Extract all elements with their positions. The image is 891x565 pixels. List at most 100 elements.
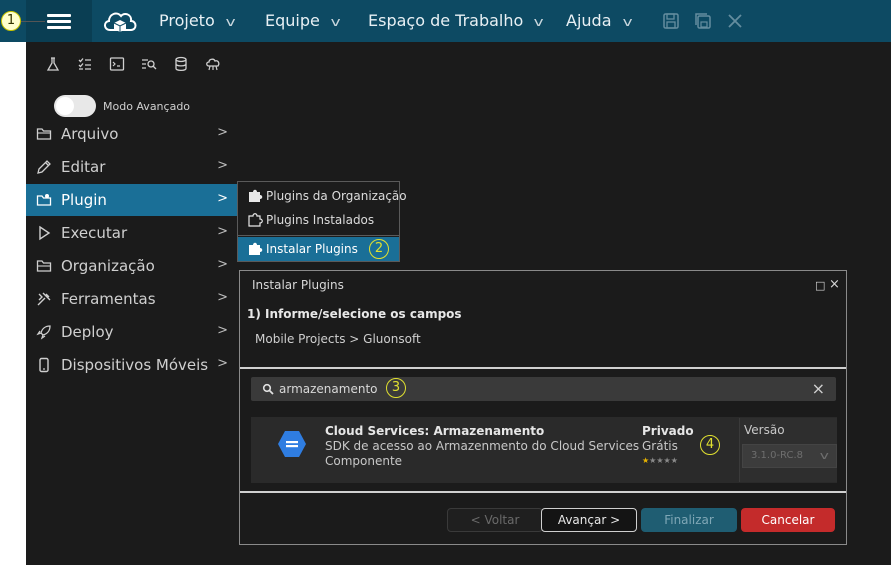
database-icon[interactable] — [173, 56, 189, 72]
close-icon[interactable] — [726, 12, 744, 30]
sidebar-item-dispositivos-moveis[interactable]: Dispositivos Móveis > — [26, 349, 240, 381]
chevron-down-icon: v — [533, 15, 544, 29]
chevron-right-icon: > — [217, 158, 228, 173]
back-button[interactable]: < Voltar — [447, 508, 543, 532]
submenu-item-plugins-instalados[interactable]: Plugins Instalados — [238, 208, 399, 232]
play-icon — [39, 225, 51, 241]
cloud-network-icon[interactable] — [205, 56, 221, 72]
plugin-rating: ★★★★★ — [642, 456, 678, 465]
menu-projeto[interactable]: Projeto v — [159, 11, 236, 30]
install-plugins-dialog: Instalar Plugins □ × 1) Informe/selecion… — [239, 270, 847, 545]
mobile-icon — [39, 357, 49, 373]
menu-espaco-label: Espaço de Trabalho — [368, 11, 524, 30]
version-column: Versão 3.1.0-RC.8 v — [739, 418, 837, 482]
menu-icon[interactable] — [47, 14, 71, 29]
cancel-button[interactable]: Cancelar — [741, 508, 835, 532]
sidebar-item-arquivo[interactable]: Arquivo > — [26, 118, 240, 150]
sidebar-item-label: Arquivo — [61, 125, 119, 143]
chevron-right-icon: > — [217, 257, 228, 272]
submenu-item-label: Plugins Instalados — [266, 213, 375, 227]
close-icon[interactable]: × — [829, 277, 840, 292]
plugin-icon — [36, 194, 52, 206]
search-icon — [262, 383, 274, 395]
sidebar: Modo Avançado Arquivo > Editar > Plugin … — [26, 42, 240, 565]
breadcrumb: Mobile Projects > Gluonsoft — [255, 332, 421, 346]
puzzle-icon — [249, 189, 263, 202]
terminal-icon[interactable] — [109, 56, 125, 72]
chevron-down-icon: v — [820, 449, 830, 462]
plugin-description: SDK de acesso ao Armazenmento do Cloud S… — [325, 439, 640, 453]
plugin-price: Grátis — [642, 439, 678, 453]
folder-open-icon — [36, 260, 52, 272]
checklist-icon[interactable] — [77, 56, 93, 72]
chevron-right-icon: > — [217, 290, 228, 305]
plugin-list-item[interactable]: Cloud Services: Armazenamento SDK de ace… — [251, 417, 837, 483]
star-icon: ★ — [663, 456, 671, 465]
version-select-value: 3.1.0-RC.8 — [751, 450, 804, 461]
chevron-right-icon: > — [217, 224, 228, 239]
menu-projeto-label: Projeto — [159, 11, 215, 30]
sidebar-item-editar[interactable]: Editar > — [26, 151, 240, 183]
callout-leader-line — [21, 21, 45, 22]
plugin-hexagon-icon — [278, 431, 306, 457]
maximize-icon[interactable]: □ — [815, 279, 825, 292]
sidebar-item-label: Organização — [61, 257, 155, 275]
cloud-logo-icon — [104, 12, 137, 32]
tools-icon — [37, 292, 51, 306]
sidebar-item-label: Plugin — [61, 191, 107, 209]
chevron-down-icon: v — [330, 15, 341, 29]
sidebar-item-label: Editar — [61, 158, 106, 176]
submenu-divider — [238, 235, 399, 236]
star-icon: ★ — [656, 456, 664, 465]
step-heading: 1) Informe/selecione os campos — [247, 307, 462, 321]
plugin-name: Cloud Services: Armazenamento — [325, 424, 545, 438]
puzzle-outline-icon — [248, 213, 263, 227]
plugin-type: Componente — [325, 454, 403, 468]
app-window: Projeto v Equipe v Espaço de Trabalho v Aju… — [0, 0, 891, 565]
flask-icon[interactable] — [45, 56, 61, 72]
sidebar-item-label: Ferramentas — [61, 290, 156, 308]
sidebar-item-organizacao[interactable]: Organização > — [26, 250, 240, 282]
sidebar-item-label: Executar — [61, 224, 128, 242]
save-all-icon[interactable] — [694, 12, 712, 30]
sidebar-item-label: Dispositivos Móveis — [61, 356, 209, 374]
advanced-mode-toggle[interactable] — [54, 95, 96, 117]
chevron-right-icon: > — [217, 191, 228, 206]
finish-button[interactable]: Finalizar — [641, 508, 737, 532]
search-input-value: armazenamento — [279, 382, 378, 396]
advanced-mode-label: Modo Avançado — [103, 100, 191, 113]
search-list-icon[interactable] — [141, 56, 157, 72]
version-label: Versão — [744, 423, 785, 437]
search-input[interactable]: armazenamento × — [251, 377, 836, 401]
callout-marker: 2 — [369, 239, 389, 259]
menu-equipe[interactable]: Equipe v — [265, 11, 341, 30]
rocket-icon — [36, 325, 51, 340]
next-button[interactable]: Avançar > — [541, 508, 637, 532]
chevron-down-icon: v — [622, 15, 633, 29]
pencil-icon — [37, 160, 51, 174]
chevron-down-icon: v — [225, 15, 236, 29]
sidebar-item-ferramentas[interactable]: Ferramentas > — [26, 283, 240, 315]
dialog-title: Instalar Plugins — [252, 278, 344, 292]
version-select[interactable]: 3.1.0-RC.8 v — [742, 444, 837, 468]
menu-equipe-label: Equipe — [265, 11, 320, 30]
puzzle-icon — [249, 242, 263, 255]
menu-ajuda-label: Ajuda — [566, 11, 612, 30]
submenu-item-plugins-organizacao[interactable]: Plugins da Organização — [238, 184, 407, 208]
sidebar-item-executar[interactable]: Executar > — [26, 217, 240, 249]
clear-search-icon[interactable]: × — [812, 379, 825, 398]
chevron-right-icon: > — [217, 356, 228, 371]
menu-espaco-de-trabalho[interactable]: Espaço de Trabalho v — [368, 11, 544, 30]
chevron-right-icon: > — [217, 125, 228, 140]
folder-icon — [36, 128, 52, 140]
callout-marker: 3 — [386, 378, 406, 398]
plugin-visibility: Privado — [642, 424, 694, 438]
sidebar-item-deploy[interactable]: Deploy > — [26, 316, 240, 348]
menu-ajuda[interactable]: Ajuda v — [566, 11, 633, 30]
submenu-item-label: Instalar Plugins — [266, 242, 358, 256]
star-icon: ★ — [670, 456, 678, 465]
save-icon[interactable] — [662, 12, 680, 30]
sidebar-item-plugin[interactable]: Plugin > — [26, 184, 240, 216]
sidebar-item-label: Deploy — [61, 323, 114, 341]
chevron-right-icon: > — [217, 323, 228, 338]
